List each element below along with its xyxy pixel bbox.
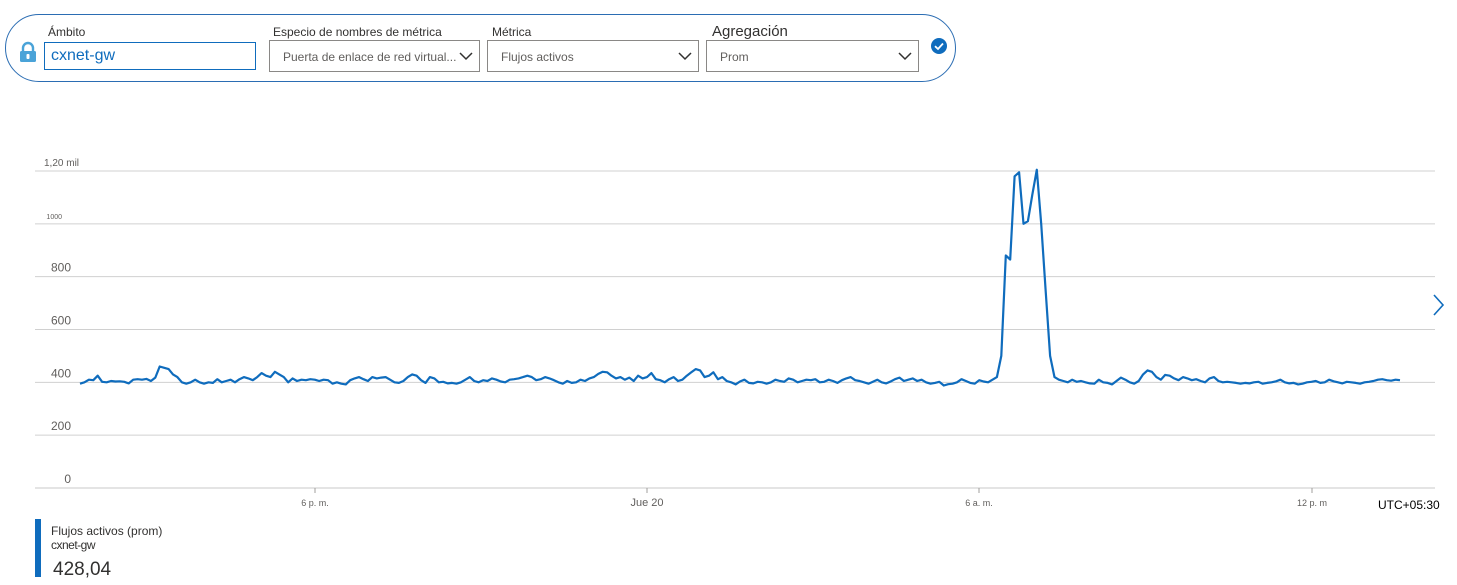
- chart-gridlines: [35, 170, 1435, 489]
- line-chart: 020040060080010001,20 mil 6 p. m. Jue 20 6…: [35, 158, 1440, 512]
- series-line: [79, 168, 1401, 387]
- y-axis-labels: 0 200 400 600 800 1000 1,20 mil: [44, 158, 79, 486]
- chevron-right-icon[interactable]: [1430, 292, 1448, 318]
- y-tick-label: 1,20 mil: [44, 158, 79, 169]
- x-axis-labels: 6 p. m. Jue 20 6 a. m. 12 p. m: [301, 497, 1327, 509]
- x-tick-label: 12 p. m: [1297, 498, 1327, 508]
- x-tick-label: 6 a. m.: [965, 498, 993, 508]
- x-tick-label: Jue 20: [630, 497, 663, 509]
- y-tick-label: 400: [51, 366, 71, 380]
- y-tick-label: 800: [51, 261, 71, 275]
- y-tick-label: 0: [64, 472, 71, 486]
- legend-color-bar: [35, 519, 41, 577]
- y-tick-label: 1000: [46, 214, 62, 221]
- legend-scope: cxnet-gw: [51, 538, 96, 552]
- y-tick-label: 600: [51, 314, 71, 328]
- legend-value: 428,04: [53, 559, 112, 580]
- x-tick-label: 6 p. m.: [301, 498, 329, 508]
- y-tick-label: 200: [51, 419, 71, 433]
- x-axis-ticks: [314, 488, 1313, 493]
- timezone-label: UTC+05:30: [1378, 498, 1440, 512]
- legend-title[interactable]: Flujos activos (prom): [51, 524, 162, 538]
